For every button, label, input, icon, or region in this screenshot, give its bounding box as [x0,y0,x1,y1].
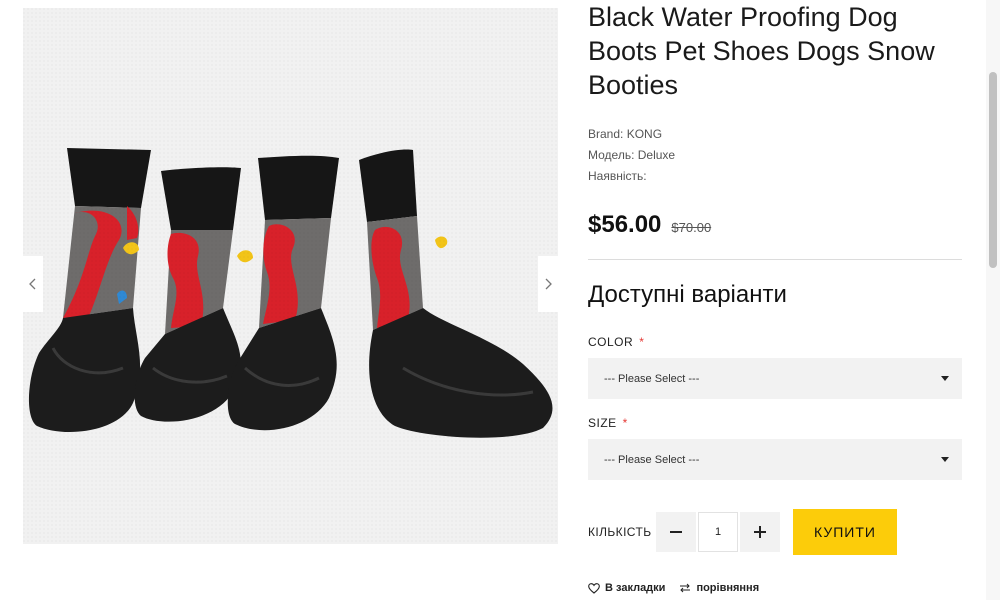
gallery-next-button[interactable] [538,256,558,312]
product-model: Модель: Deluxe [588,148,676,162]
product-title: Black Water Proofing Dog Boots Pet Shoes… [588,2,935,100]
required-marker: * [639,335,645,349]
product-meta: Brand: KONG Модель: Deluxe Наявність: [588,124,675,187]
product-gallery [23,8,558,544]
product-availability: Наявність: [588,169,647,183]
compare-arrows-icon [679,583,691,593]
page-scrollbar[interactable] [986,0,1000,600]
size-label-text: SIZE [588,416,617,430]
minus-icon [670,531,682,533]
compare-label: порівняння [696,582,760,594]
product-brand: Brand: KONG [588,127,663,141]
product-links: В закладки порівняння [588,582,773,594]
caret-down-icon [941,457,949,462]
heart-icon [588,582,600,594]
color-select[interactable]: --- Please Select --- [588,358,962,399]
compare-link[interactable]: порівняння [679,582,759,594]
price-row: $56.00 $70.00 [588,211,711,239]
caret-down-icon [941,376,949,381]
size-label: SIZE * [588,416,628,430]
size-select-value: --- Please Select --- [604,453,700,466]
size-select[interactable]: --- Please Select --- [588,439,962,480]
plus-icon [754,526,766,538]
quantity-row: КІЛЬКІСТЬ КУПИТИ [588,509,897,555]
wishlist-link[interactable]: В закладки [588,582,665,594]
color-label: COLOR * [588,335,644,349]
scrollbar-thumb[interactable] [989,72,997,268]
required-marker: * [622,416,628,430]
buy-button[interactable]: КУПИТИ [793,509,897,555]
quantity-label: КІЛЬКІСТЬ [588,525,652,539]
quantity-increase-button[interactable] [740,512,780,552]
product-price: $56.00 [588,211,662,238]
wishlist-label: В закладки [605,582,666,594]
product-old-price: $70.00 [671,220,712,235]
color-select-value: --- Please Select --- [604,372,700,385]
quantity-input[interactable] [698,512,738,552]
variants-title: Доступні варіанти [588,281,787,308]
chevron-left-icon [29,278,36,290]
divider [588,259,962,260]
color-label-text: COLOR [588,335,634,349]
product-image [23,8,558,544]
gallery-prev-button[interactable] [23,256,43,312]
chevron-right-icon [545,278,552,290]
quantity-decrease-button[interactable] [656,512,696,552]
